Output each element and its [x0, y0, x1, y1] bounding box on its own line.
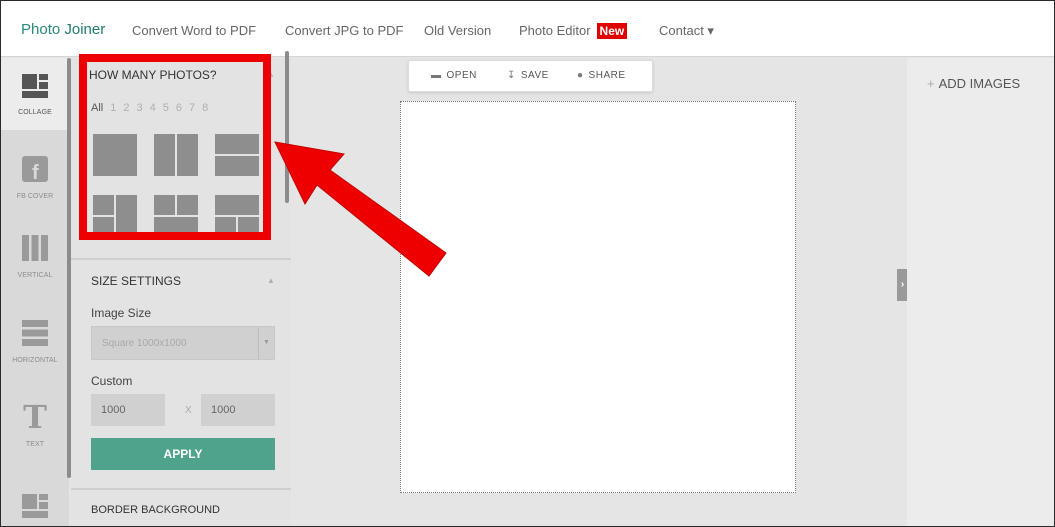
size-settings-title: SIZE SETTINGS [91, 274, 182, 288]
svg-text:T: T [23, 400, 47, 430]
custom-label: Custom [91, 374, 133, 388]
share-button[interactable]: ● SHARE [577, 70, 626, 81]
file-toolbar: ▬ OPEN ↧ SAVE ● SHARE [408, 60, 653, 92]
nav-link-old-version[interactable]: Old Version [424, 23, 491, 38]
chevron-down-icon: ▼ [258, 327, 274, 359]
folder-icon: ▬ [431, 70, 442, 81]
top-navbar: Photo Joiner Convert Word to PDF Convert… [1, 1, 1054, 57]
download-icon: ↧ [507, 70, 516, 81]
images-panel: + ADD IMAGES [907, 58, 1054, 526]
nav-link-photo-editor[interactable]: Photo Editor New [519, 23, 628, 39]
photo-editor-label: Photo Editor [519, 23, 591, 38]
text-icon: T [23, 398, 47, 436]
rail-label-fb-cover: FB COVER [16, 193, 54, 200]
rail-item-text[interactable]: T TEXT [1, 398, 69, 448]
add-images-label: ADD IMAGES [938, 76, 1021, 91]
share-label: SHARE [588, 70, 626, 81]
app-window: Photo Joiner Convert Word to PDF Convert… [0, 0, 1055, 527]
apply-button[interactable]: APPLY [91, 438, 275, 470]
new-badge: New [596, 23, 628, 39]
height-input[interactable]: 1000 [201, 394, 275, 426]
image-size-select[interactable]: Square 1000x1000 ▼ [91, 326, 275, 360]
open-button[interactable]: ▬ OPEN [431, 70, 477, 81]
collage-icon [22, 74, 48, 98]
rail-item-collage[interactable]: COLLAGE [1, 58, 69, 130]
save-label: SAVE [520, 70, 549, 81]
rail-item-vertical[interactable]: VERTICAL [1, 235, 69, 279]
image-size-label: Image Size [91, 306, 152, 320]
tool-rail: COLLAGE f FB COVER VERTICAL HORIZONTAL T… [1, 58, 71, 526]
rail-label-horizontal: HORIZONTAL [12, 357, 58, 364]
horizontal-icon [22, 320, 48, 346]
nav-link-contact[interactable]: Contact ▾ [659, 23, 714, 39]
facebook-icon: f [22, 156, 48, 184]
rail-label-collage: COLLAGE [18, 109, 52, 116]
times-separator: X [185, 405, 192, 416]
size-collapse-caret-icon[interactable]: ▲ [267, 276, 275, 285]
vertical-icon [22, 235, 48, 261]
panel-scrollbar[interactable] [285, 51, 289, 203]
brand-suffix: Joiner [64, 21, 106, 38]
svg-text:f: f [32, 162, 39, 182]
section-divider [71, 258, 291, 260]
add-images-button[interactable]: + ADD IMAGES [927, 76, 1020, 91]
rail-label-text: TEXT [25, 441, 45, 448]
share-icon: ● [577, 70, 584, 81]
rail-item-fb-cover[interactable]: f FB COVER [1, 156, 69, 200]
plus-icon: + [927, 76, 935, 91]
layout-icon [22, 494, 48, 518]
nav-link-word-to-pdf[interactable]: Convert Word to PDF [132, 23, 256, 38]
nav-link-jpg-to-pdf[interactable]: Convert JPG to PDF [285, 23, 403, 38]
section-divider-2 [71, 488, 291, 490]
rail-label-vertical: VERTICAL [17, 272, 53, 279]
open-label: OPEN [446, 70, 477, 81]
brand-logo[interactable]: Photo Joiner [21, 21, 105, 38]
brand-prefix: Photo [21, 21, 65, 38]
width-input[interactable]: 1000 [91, 394, 165, 426]
image-size-value: Square 1000x1000 [102, 338, 187, 349]
highlight-box [79, 54, 271, 240]
save-button[interactable]: ↧ SAVE [507, 70, 549, 81]
rail-item-more[interactable] [1, 494, 69, 523]
collage-canvas[interactable] [400, 101, 796, 493]
rail-item-horizontal[interactable]: HORIZONTAL [1, 320, 69, 364]
border-background-title: BORDER BACKGROUND [91, 504, 220, 516]
